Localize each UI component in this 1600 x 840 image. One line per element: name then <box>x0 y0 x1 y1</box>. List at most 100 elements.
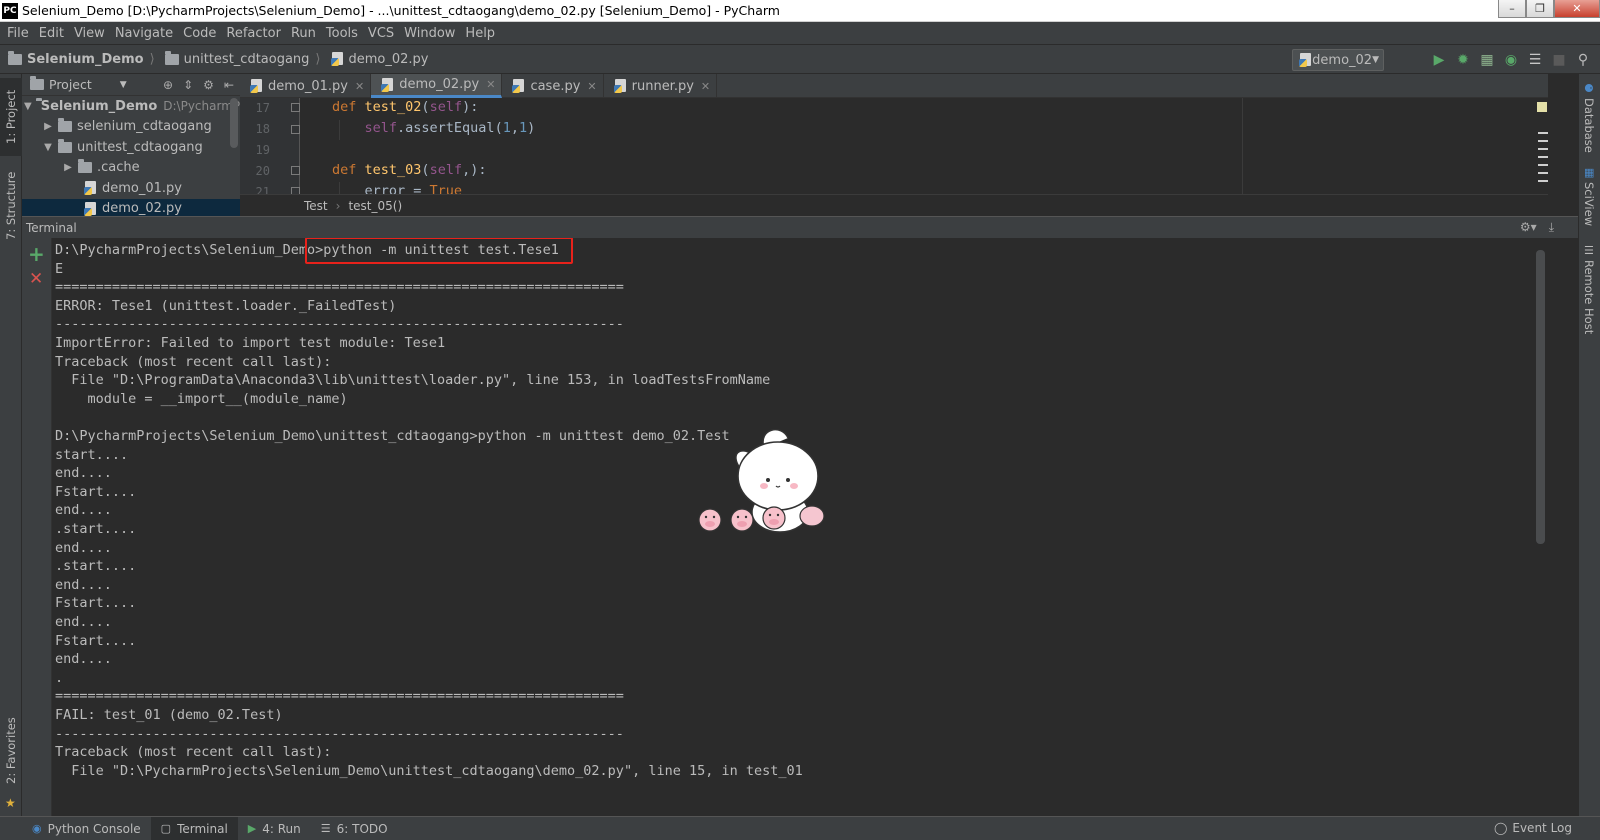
terminal-line: Traceback (most recent call last): <box>55 744 332 761</box>
new-session-icon[interactable]: + <box>28 244 45 264</box>
menu-tools[interactable]: Tools <box>321 26 363 41</box>
tree-item-unittest-cdtaogang[interactable]: ▼ unittest_cdtaogang <box>22 137 240 158</box>
menu-file[interactable]: File <box>2 26 34 41</box>
menu-vcs[interactable]: VCS <box>363 26 399 41</box>
menu-refactor[interactable]: Refactor <box>221 26 286 41</box>
tree-item-label: .cache <box>97 160 140 176</box>
breadcrumb-class[interactable]: Test <box>304 199 328 213</box>
close-tab-icon[interactable]: ✕ <box>587 80 596 93</box>
menu-edit[interactable]: Edit <box>34 26 69 41</box>
tree-item-selenium-demo[interactable]: ▼ Selenium_Demo D:\PycharmPr <box>22 96 240 117</box>
folder-icon <box>58 118 72 133</box>
tab-demo-01[interactable]: demo_01.py ✕ <box>240 74 372 98</box>
collapse-all-icon[interactable]: ⇕ <box>183 78 193 92</box>
menu-run[interactable]: Run <box>286 26 321 41</box>
tab-demo-02[interactable]: demo_02.py ✕ <box>371 74 503 98</box>
close-tab-icon[interactable]: ✕ <box>701 80 710 93</box>
terminal-line: end.... <box>55 614 112 630</box>
tab-favorites[interactable]: 2: Favorites <box>0 708 22 794</box>
event-log-button[interactable]: ◯ Event Log <box>1494 821 1572 835</box>
python-file-icon <box>84 181 98 196</box>
stripe-mark[interactable] <box>1538 180 1548 182</box>
tab-remote-host[interactable]: Remote Host <box>1582 260 1596 334</box>
gear-icon[interactable]: ⚙▾ <box>1520 220 1537 235</box>
expand-arrow-icon[interactable]: ▼ <box>24 101 32 112</box>
code-editor[interactable]: 17 18 19 20 21 def test_02(self): self.a… <box>240 98 1548 194</box>
bunny-sticker-icon <box>698 428 825 533</box>
stripe-mark[interactable] <box>1538 156 1548 158</box>
stripe-mark[interactable] <box>1538 148 1548 150</box>
project-panel-title[interactable]: Project <box>49 77 92 92</box>
tab-todo[interactable]: ☰ 6: TODO <box>311 817 398 840</box>
menu-view[interactable]: View <box>69 26 110 41</box>
tab-run[interactable]: ▶ 4: Run <box>238 817 311 840</box>
python-file-icon <box>330 52 345 66</box>
run-configuration-select[interactable]: demo_02 ▼ <box>1292 49 1384 71</box>
expand-arrow-icon[interactable]: ▼ <box>42 142 54 153</box>
terminal-line: Traceback (most recent call last): <box>55 353 332 370</box>
profile-icon[interactable]: ◉ <box>1502 51 1520 69</box>
close-tab-icon[interactable]: ✕ <box>355 80 364 93</box>
inspection-status-icon[interactable] <box>1537 102 1547 112</box>
breadcrumb-file[interactable]: demo_02.py <box>323 52 433 67</box>
tab-runner[interactable]: runner.py ✕ <box>604 74 718 98</box>
tree-item-cache[interactable]: ▶ .cache <box>22 158 240 179</box>
coverage-icon[interactable]: ▦ <box>1478 51 1496 69</box>
hide-panel-icon[interactable]: ⤓ <box>1549 220 1554 235</box>
python-file-icon <box>381 77 395 92</box>
project-scrollbar[interactable] <box>230 98 238 148</box>
tree-item-selenium-cdtaogang[interactable]: ▶ selenium_cdtaogang <box>22 117 240 138</box>
gear-icon[interactable]: ⚙ <box>203 78 214 92</box>
restore-icon[interactable]: ❐ <box>1526 0 1554 18</box>
terminal-scrollbar[interactable] <box>1536 250 1545 544</box>
tab-terminal[interactable]: ▢ Terminal <box>150 816 238 840</box>
run-list-icon[interactable]: ☰ <box>1526 51 1544 69</box>
tree-item-demo-01[interactable]: demo_01.py <box>22 178 240 199</box>
close-icon[interactable]: ✕ <box>1554 0 1600 18</box>
chevron-down-icon[interactable]: ▼ <box>120 80 127 90</box>
tree-item-demo-02[interactable]: demo_02.py <box>22 198 240 216</box>
expand-arrow-icon[interactable]: ▶ <box>42 121 54 132</box>
stripe-mark[interactable] <box>1538 132 1548 134</box>
tab-structure[interactable]: 7: Structure <box>0 164 22 248</box>
stop-icon[interactable]: ■ <box>1550 51 1568 69</box>
menu-window[interactable]: Window <box>399 26 460 41</box>
breadcrumb-folder[interactable]: unittest_cdtaogang <box>157 50 314 67</box>
terminal-line: end.... <box>55 465 112 482</box>
fold-icon[interactable] <box>291 103 300 112</box>
search-icon[interactable]: ⚲ <box>1574 51 1592 69</box>
tab-project[interactable]: 1: Project <box>0 78 22 156</box>
star-icon: ★ <box>5 796 16 810</box>
close-session-icon[interactable]: ✕ <box>29 270 43 288</box>
toolbar-icons: ▶ ✹ ▦ ◉ ☰ ■ ⚲ <box>1430 51 1592 69</box>
terminal-line: end.... <box>55 539 112 556</box>
hide-icon[interactable]: ⇤ <box>224 78 234 92</box>
tab-database[interactable]: Database <box>1582 98 1596 153</box>
fold-icon[interactable] <box>291 125 300 134</box>
stripe-mark[interactable] <box>1538 164 1548 166</box>
folder-icon <box>8 50 22 65</box>
debug-icon[interactable]: ✹ <box>1454 51 1472 69</box>
fold-icon[interactable] <box>291 166 300 175</box>
menu-code[interactable]: Code <box>178 26 221 41</box>
breadcrumb-method[interactable]: test_05() <box>348 199 402 213</box>
terminal-line: end.... <box>55 502 112 519</box>
menu-navigate[interactable]: Navigate <box>110 26 178 41</box>
close-tab-icon[interactable]: ✕ <box>486 78 495 91</box>
fold-icon[interactable] <box>291 187 300 194</box>
run-icon[interactable]: ▶ <box>1430 51 1448 69</box>
terminal-line: D:\PycharmProjects\Selenium_Demo\unittes… <box>55 428 730 444</box>
tab-sciview[interactable]: SciView <box>1582 182 1596 226</box>
tab-python-console[interactable]: ◉ Python Console <box>22 817 151 840</box>
stripe-mark[interactable] <box>1538 140 1548 142</box>
expand-arrow-icon[interactable]: ▶ <box>62 162 74 173</box>
tab-case[interactable]: case.py ✕ <box>502 74 604 98</box>
minimize-icon[interactable]: – <box>1498 0 1526 18</box>
window-title: Selenium_Demo [D:\PycharmProjects\Seleni… <box>22 3 780 18</box>
locate-icon[interactable]: ⊕ <box>163 78 173 92</box>
breadcrumb-separator-icon: ⟩ <box>149 51 155 67</box>
menu-help[interactable]: Help <box>460 26 500 41</box>
todo-icon: ☰ <box>320 822 331 835</box>
stripe-mark[interactable] <box>1538 172 1548 174</box>
breadcrumb-project[interactable]: Selenium_Demo <box>0 50 148 67</box>
